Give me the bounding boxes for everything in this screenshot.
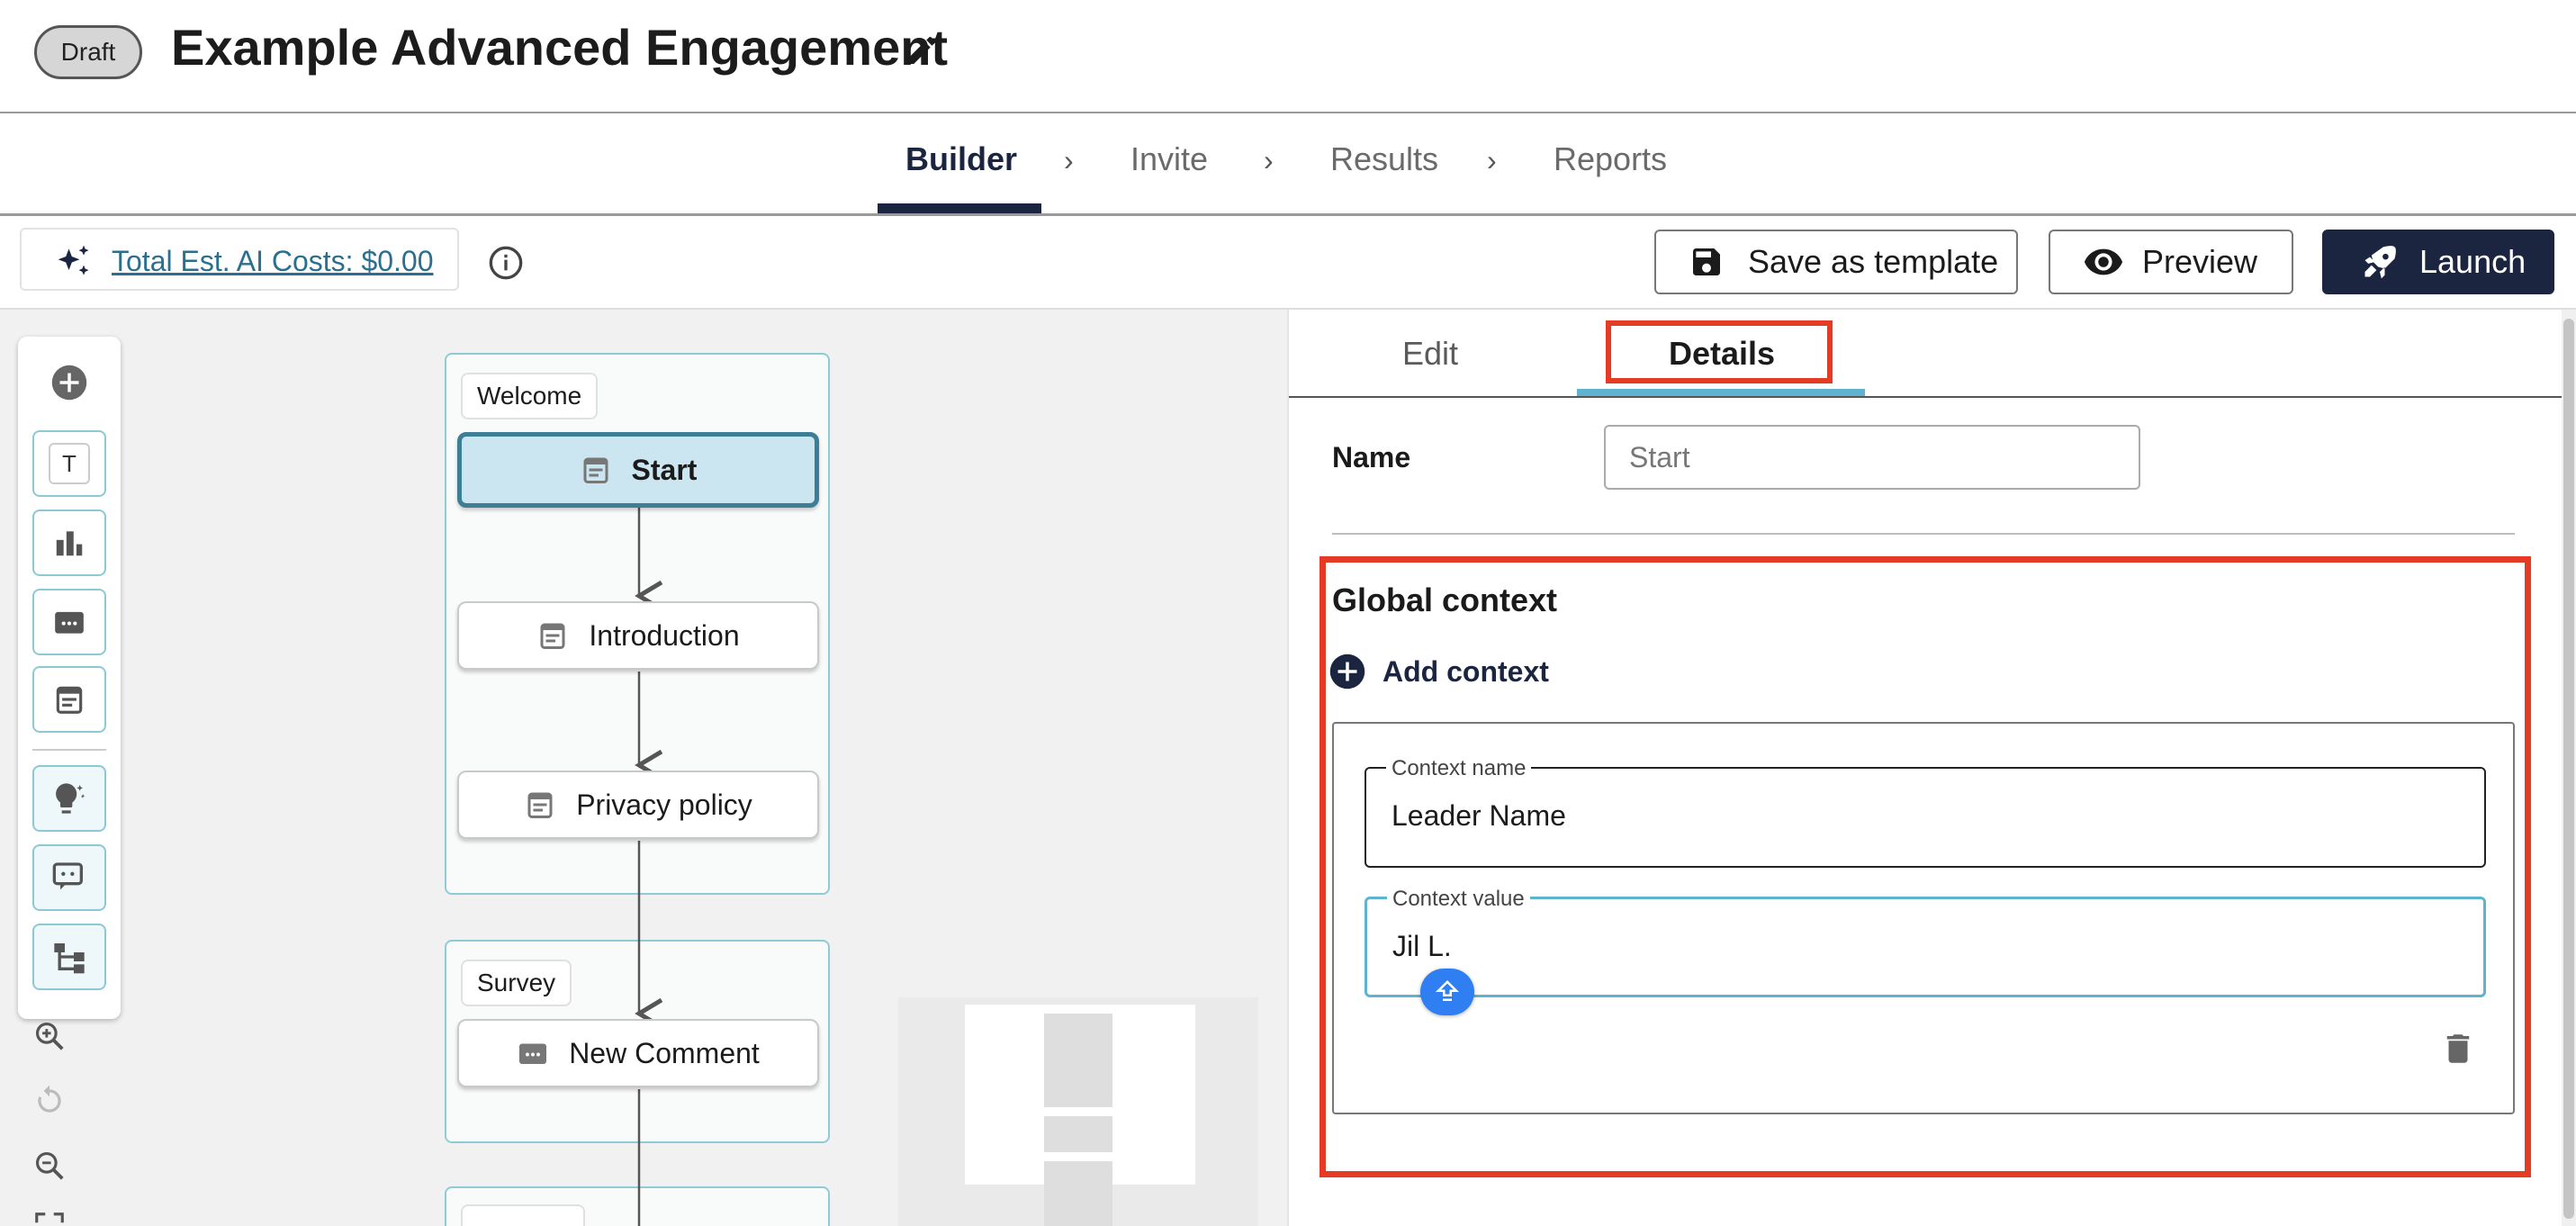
name-label: Name [1332,441,1411,473]
context-name-value: Leader Name [1392,799,1566,832]
tab-bar-divider [1289,396,2563,398]
launch-button[interactable]: Launch [2322,230,2554,294]
step-invite[interactable]: Invite [1130,140,1208,178]
node-new-comment[interactable]: New Comment [457,1019,819,1087]
active-step-indicator [878,203,1041,213]
comment-icon [519,1043,547,1064]
context-value-field[interactable]: Context value Jil L. [1365,887,2486,997]
step-reports[interactable]: Reports [1554,140,1667,178]
trash-icon[interactable] [2439,1030,2477,1068]
form-icon [540,623,565,649]
grammar-assist-button[interactable] [1420,969,1474,1015]
save-as-template-label: Save as template [1748,243,1999,280]
ai-cost-link[interactable]: Total Est. AI Costs: $0.00 [112,245,434,278]
pencil-icon[interactable] [904,32,940,68]
page-title: Example Advanced Engagement [171,19,949,76]
ai-cost-box: Total Est. AI Costs: $0.00 [20,228,459,291]
launch-label: Launch [2419,243,2526,280]
node-privacy-policy[interactable]: Privacy policy [457,771,819,839]
context-value-label: Context value [1387,887,1530,912]
node-introduction[interactable]: Introduction [457,601,819,670]
add-icon [1329,654,1365,690]
info-icon[interactable] [488,245,524,281]
add-context-button[interactable]: Add context [1329,650,1549,693]
preview-button[interactable]: Preview [2049,230,2293,294]
step-navigation: Builder › Invite › Results › Reports [0,113,2576,216]
eye-icon [2084,248,2123,275]
context-value-value: Jil L. [1392,930,1452,962]
rocket-icon [2364,246,2396,279]
preview-label: Preview [2142,243,2258,280]
save-icon [1693,248,1720,275]
context-name-label: Context name [1386,756,1532,781]
tab-edit[interactable]: Edit [1402,335,1458,373]
step-builder[interactable]: Builder [905,140,1017,178]
scrollbar-thumb[interactable] [2563,319,2574,1219]
name-input[interactable]: Start [1604,425,2140,490]
section-divider [1332,533,2515,535]
add-context-label: Add context [1383,654,1549,688]
save-as-template-button[interactable]: Save as template [1654,230,2018,294]
global-context-title: Global context [1332,581,1558,618]
context-card: Context name Leader Name Context value J… [1332,722,2515,1114]
status-badge: Draft [34,25,142,79]
name-input-placeholder: Start [1629,440,1690,473]
flow-canvas[interactable]: T Welcome Survey Start Introduction Priv… [0,310,1287,1226]
details-tab-highlight [1606,320,1833,383]
node-start[interactable]: Start [457,432,819,508]
builder-toolbar: Total Est. AI Costs: $0.00 Save as templ… [0,216,2576,310]
assistant-icon [1435,979,1460,1001]
sparkles-icon [58,245,89,275]
node-label: Start [631,453,698,486]
active-tab-indicator [1577,389,1865,396]
step-results[interactable]: Results [1330,140,1438,178]
context-name-field[interactable]: Context name Leader Name [1365,756,2486,868]
page-header: Draft Example Advanced Engagement [0,0,2576,113]
node-label: New Comment [569,1036,760,1069]
form-icon [583,457,608,483]
node-label: Introduction [589,618,740,652]
chevron-right-icon: › [1264,144,1274,176]
chevron-right-icon: › [1487,144,1497,176]
properties-panel: Edit Details Name Start Global context A… [1287,310,2563,1226]
chevron-right-icon: › [1064,144,1074,176]
node-label: Privacy policy [576,788,752,821]
form-icon [527,792,553,818]
